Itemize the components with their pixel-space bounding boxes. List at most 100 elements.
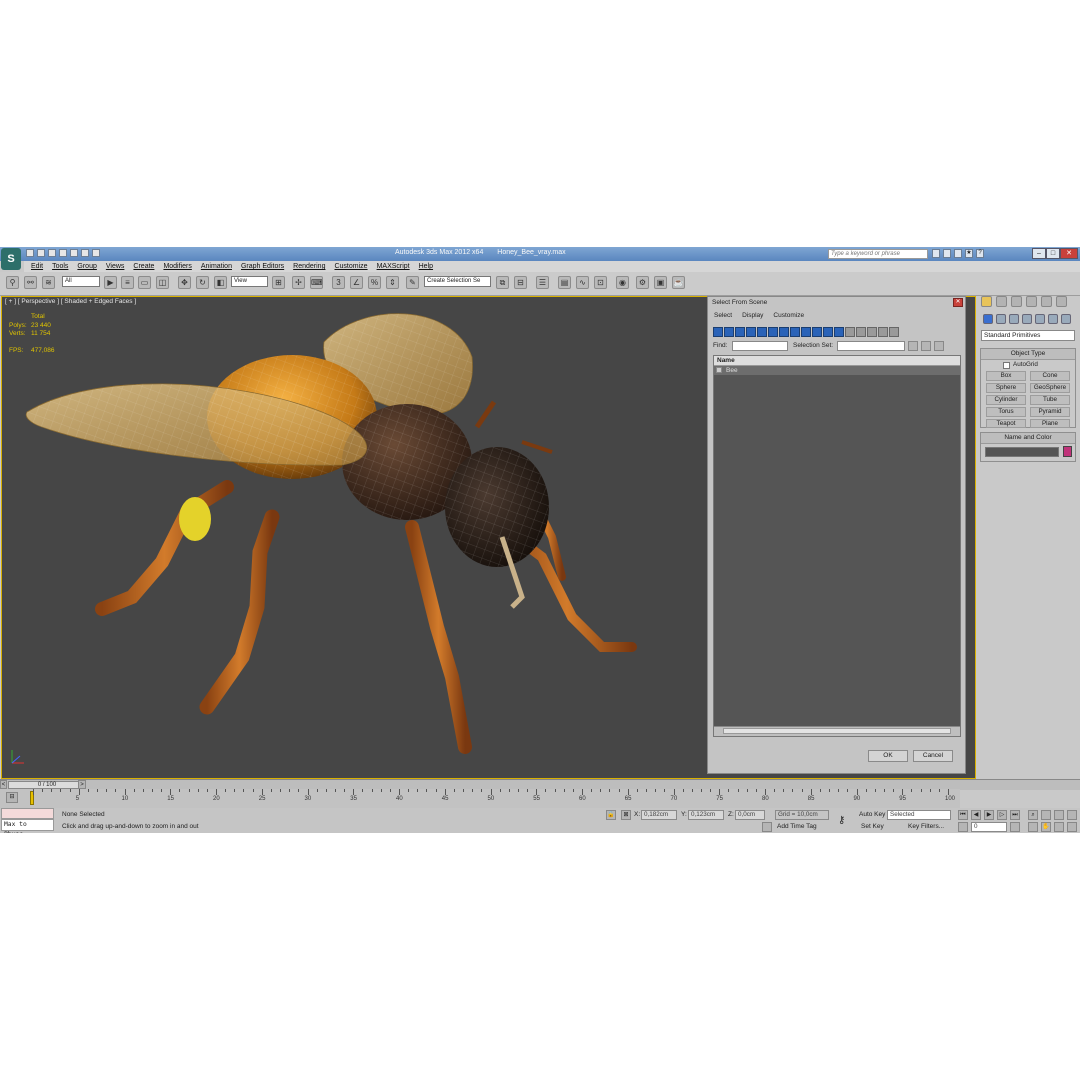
filter-settings-icon[interactable] [889,327,899,337]
spinner-snap-icon[interactable]: ⇕ [386,276,399,289]
motion-tab-icon[interactable] [1026,296,1037,307]
cone-button[interactable]: Cone [1030,371,1070,381]
help-search-input[interactable]: Type a keyword or phrase [828,249,928,259]
reference-coord-dropdown[interactable]: View [231,276,268,287]
scrollbar-thumb[interactable] [723,728,951,734]
binoculars-icon[interactable] [932,249,940,258]
autogrid-checkbox[interactable] [1003,362,1010,369]
absolute-mode-icon[interactable]: ⊠ [621,810,631,820]
rotate-icon[interactable]: ↻ [196,276,209,289]
display-tab-icon[interactable] [1041,296,1052,307]
menu-views[interactable]: Views [106,263,125,270]
redo-icon[interactable] [70,249,78,257]
go-to-end-icon[interactable]: ⏭ [1010,810,1020,820]
field-of-view-icon[interactable] [1028,822,1038,832]
keyboard-shortcut-override-icon[interactable]: ⌨ [310,276,323,289]
display-hidden-icon[interactable] [834,327,844,337]
minimize-button[interactable]: – [1032,248,1046,259]
menu-create[interactable]: Create [133,263,154,270]
pan-view-icon[interactable]: ✋ [1041,822,1051,832]
modify-tab-icon[interactable] [996,296,1007,307]
display-bones-icon[interactable] [801,327,811,337]
column-header-name[interactable]: Name [714,356,960,366]
cancel-button[interactable]: Cancel [913,750,953,762]
box-button[interactable]: Box [986,371,1026,381]
named-selection-set-dropdown[interactable]: Create Selection Se [424,276,491,287]
menu-help[interactable]: Help [419,263,433,270]
display-space-warps-icon[interactable] [768,327,778,337]
horizontal-scrollbar[interactable] [714,726,960,736]
key-filters-button[interactable]: Key Filters... [908,823,944,830]
open-file-icon[interactable] [37,249,45,257]
zoom-icon[interactable]: ⌕ [1028,810,1038,820]
select-manipulate-icon[interactable]: ✢ [292,276,305,289]
communication-icon[interactable] [954,249,962,258]
menu-group[interactable]: Group [77,263,96,270]
object-color-swatch[interactable] [1063,446,1072,457]
set-key-button[interactable]: Set Key [861,823,884,830]
display-all-icon[interactable] [845,327,855,337]
undo-icon[interactable] [59,249,67,257]
new-file-icon[interactable] [26,249,34,257]
menu-customize[interactable]: Customize [334,263,367,270]
maxscript-listener-output[interactable] [1,808,54,819]
select-all-icon[interactable] [908,341,918,351]
render-setup-icon[interactable]: ⚙ [636,276,649,289]
percent-snap-icon[interactable]: % [368,276,381,289]
time-configuration-icon[interactable] [1010,822,1020,832]
menu-modifiers[interactable]: Modifiers [163,263,191,270]
align-icon[interactable]: ⊟ [514,276,527,289]
curve-editor-mini-icon[interactable]: ⊟ [6,792,18,803]
display-containers-icon[interactable] [812,327,822,337]
angle-snap-icon[interactable]: ∠ [350,276,363,289]
window-crossing-icon[interactable]: ◫ [156,276,169,289]
menu-tools[interactable]: Tools [52,263,68,270]
selection-filter-dropdown[interactable]: All [62,276,100,287]
current-frame-field[interactable]: 0 [971,822,1007,832]
dialog-menu-display[interactable]: Display [742,312,763,319]
tube-button[interactable]: Tube [1030,395,1070,405]
rendered-frame-window-icon[interactable]: ▣ [654,276,667,289]
move-icon[interactable]: ✥ [178,276,191,289]
material-editor-icon[interactable]: ◉ [616,276,629,289]
time-tag-icon[interactable] [762,822,772,832]
graphite-toolbar-icon[interactable]: ▤ [558,276,571,289]
bind-space-warp-icon[interactable]: ≋ [42,276,55,289]
track-bar[interactable]: ⊟ 5 10 15 20 25 30 35 40 45 50 55 60 65 70 75 80 85 90 95 1… [0,789,960,809]
display-groups-icon[interactable] [779,327,789,337]
auto-key-button[interactable]: Auto Key [859,811,885,818]
zoom-extents-all-icon[interactable] [1067,810,1077,820]
filter-icon[interactable] [878,327,888,337]
name-color-title[interactable]: Name and Color [981,433,1075,444]
display-none-icon[interactable] [856,327,866,337]
maximize-button[interactable]: □ [1046,248,1060,259]
select-by-name-icon[interactable]: ≡ [121,276,134,289]
schematic-view-icon[interactable]: ⊡ [594,276,607,289]
torus-button[interactable]: Torus [986,407,1026,417]
menu-rendering[interactable]: Rendering [293,263,325,270]
snaps-toggle-icon[interactable]: 3 [332,276,345,289]
dialog-menu-select[interactable]: Select [714,312,732,319]
systems-icon[interactable] [1061,314,1071,324]
z-coordinate-field[interactable]: 0,0cm [735,810,765,820]
menu-maxscript[interactable]: MAXScript [377,263,410,270]
project-folder-icon[interactable] [81,249,89,257]
utilities-tab-icon[interactable] [1056,296,1067,307]
add-time-tag[interactable]: Add Time Tag [777,823,817,830]
menu-animation[interactable]: Animation [201,263,232,270]
helpers-icon[interactable] [1035,314,1045,324]
display-shapes-icon[interactable] [724,327,734,337]
display-frozen-icon[interactable] [823,327,833,337]
select-object-icon[interactable]: ▶ [104,276,117,289]
sphere-button[interactable]: Sphere [986,383,1026,393]
render-production-icon[interactable]: ☕ [672,276,685,289]
display-invert-icon[interactable] [867,327,877,337]
select-link-icon[interactable]: ⚲ [6,276,19,289]
maxscript-mini-listener[interactable]: Max to Physc. [1,819,54,833]
space-warps-icon[interactable] [1048,314,1058,324]
primitive-category-dropdown[interactable]: Standard Primitives [981,330,1075,341]
menu-edit[interactable]: Edit [31,263,43,270]
geometry-icon[interactable] [983,314,993,324]
selection-set-dropdown[interactable] [837,341,905,351]
cameras-icon[interactable] [1022,314,1032,324]
